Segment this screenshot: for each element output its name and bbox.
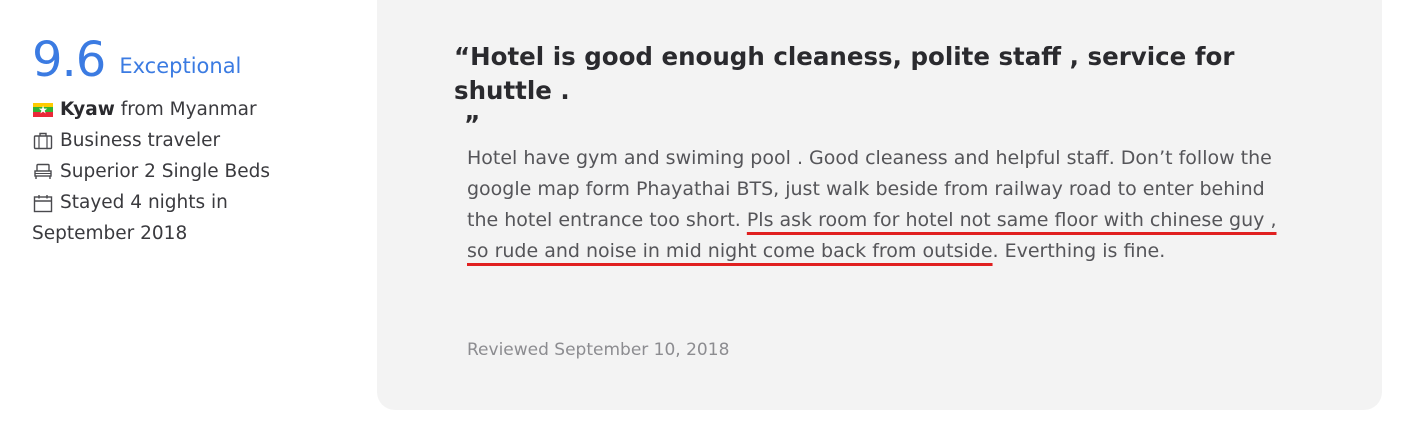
- review-score: 9.6: [32, 32, 106, 88]
- traveler-type-label: Business traveler: [60, 130, 221, 151]
- review-date: Reviewed September 10, 2018: [467, 340, 730, 360]
- bed-icon: [32, 162, 54, 182]
- reviewer-name: Kyaw: [60, 99, 115, 120]
- review-text: Hotel have gym and swiming pool . Good c…: [467, 143, 1282, 267]
- traveler-type: Business traveler: [32, 125, 322, 156]
- review-title: “Hotel is good enough cleaness, polite s…: [454, 40, 1304, 142]
- quote-open: “: [454, 42, 471, 71]
- briefcase-icon: [32, 131, 54, 151]
- reviewer-origin: ★ Kyaw from Myanmar: [32, 94, 322, 125]
- review-item: 9.6 Exceptional ★ Kyaw from Myanmar Busi…: [0, 0, 1420, 444]
- myanmar-flag-icon: ★: [32, 100, 54, 120]
- score-label: Exceptional: [119, 54, 242, 78]
- calendar-icon: [32, 193, 54, 213]
- quote-close: ”: [464, 110, 481, 139]
- room-type-label: Superior 2 Single Beds: [60, 161, 271, 182]
- review-title-text: Hotel is good enough cleaness, polite st…: [454, 42, 1235, 105]
- score-row: 9.6 Exceptional: [32, 32, 322, 94]
- review-text-end: . Everthing is fine.: [992, 240, 1166, 262]
- reviewer-panel: 9.6 Exceptional ★ Kyaw from Myanmar Busi…: [32, 32, 322, 249]
- stay-duration: Stayed 4 nights in September 2018: [32, 187, 322, 249]
- stay-duration-label: Stayed 4 nights in September 2018: [32, 192, 228, 244]
- room-type: Superior 2 Single Beds: [32, 156, 322, 187]
- reviewer-country: from Myanmar: [120, 99, 257, 120]
